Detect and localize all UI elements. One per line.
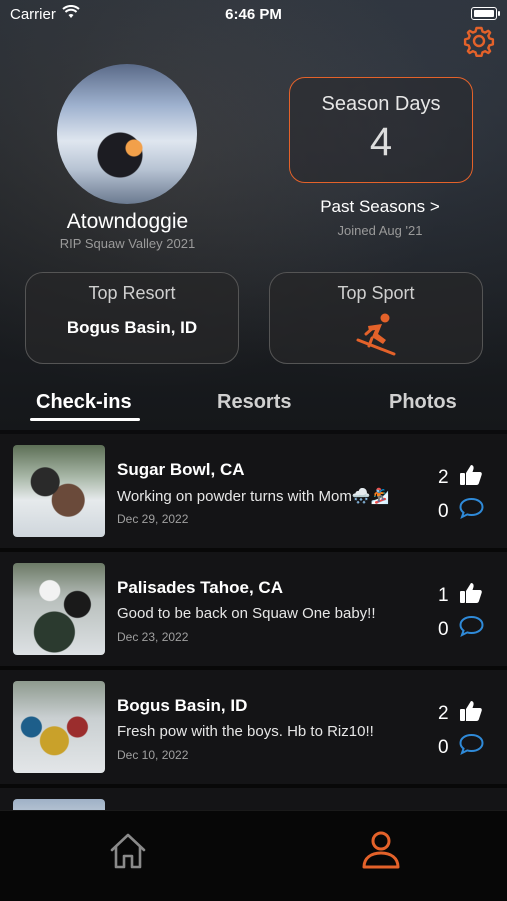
top-resort-label: Top Resort — [88, 283, 176, 303]
checkin-row[interactable]: Sugar Bowl, CA Working on powder turns w… — [0, 434, 507, 552]
checkin-date: Dec 10, 2022 — [117, 748, 189, 762]
comment-icon[interactable] — [459, 615, 484, 637]
top-resort-value: Bogus Basin, ID — [66, 318, 198, 337]
checkin-photo — [13, 445, 105, 537]
gear-icon[interactable] — [462, 24, 496, 58]
checkin-resort: Bogus Basin, ID — [117, 696, 248, 715]
tab-photos[interactable]: Photos — [389, 391, 457, 414]
like-count: 2 — [438, 467, 449, 488]
checkin-photo — [13, 681, 105, 773]
thumbs-up-icon[interactable] — [459, 463, 483, 487]
checkin-text: Good to be back on Squaw One baby!! — [117, 605, 376, 622]
tab-bar — [0, 810, 507, 901]
top-resort-card[interactable]: Top Resort Bogus Basin, ID — [25, 272, 239, 364]
battery-icon — [471, 7, 500, 20]
top-sport-label: Top Sport — [337, 283, 415, 303]
comment-icon[interactable] — [459, 497, 484, 519]
checkin-resort: Sugar Bowl, CA — [117, 460, 245, 479]
home-icon[interactable] — [108, 831, 148, 871]
checkin-row[interactable]: Palisades Tahoe, CA Good to be back on S… — [0, 552, 507, 670]
like-count: 2 — [438, 703, 449, 724]
comment-count: 0 — [438, 501, 449, 522]
tab-check-ins[interactable]: Check-ins — [36, 391, 132, 414]
comment-count: 0 — [438, 737, 449, 758]
comment-count: 0 — [438, 619, 449, 640]
tab-resorts[interactable]: Resorts — [217, 391, 291, 414]
thumbs-up-icon[interactable] — [459, 699, 483, 723]
past-seasons-link[interactable]: Past Seasons > — [289, 197, 471, 217]
avatar[interactable] — [57, 64, 197, 204]
skier-icon — [356, 313, 396, 356]
comment-icon[interactable] — [459, 733, 484, 755]
season-days-value: 4 — [369, 120, 393, 164]
username: Atowndoggie — [66, 210, 189, 233]
joined-date: Joined Aug '21 — [337, 223, 423, 238]
status-bar: Carrier 6:46 PM — [0, 0, 507, 30]
clock: 6:46 PM — [225, 6, 282, 23]
checkin-text: Working on powder turns with Mom🌨️🏂 — [117, 488, 390, 505]
profile-subtitle: RIP Squaw Valley 2021 — [59, 236, 196, 251]
thumbs-up-icon[interactable] — [459, 581, 483, 605]
checkin-resort: Palisades Tahoe, CA — [117, 578, 283, 597]
active-tab-indicator — [30, 418, 140, 421]
checkin-date: Dec 29, 2022 — [117, 512, 189, 526]
like-count: 1 — [438, 585, 449, 606]
profile-tabs: Check-ins Resorts Photos — [0, 388, 507, 428]
profile-icon[interactable] — [360, 829, 402, 871]
checkin-row[interactable]: Bogus Basin, ID Fresh pow with the boys.… — [0, 670, 507, 788]
checkin-photo — [13, 563, 105, 655]
top-sport-card[interactable]: Top Sport — [269, 272, 483, 364]
season-days-label: Season Days — [321, 93, 441, 115]
season-days-card: Season Days 4 — [289, 77, 473, 183]
checkin-date: Dec 23, 2022 — [117, 630, 189, 644]
checkin-text: Fresh pow with the boys. Hb to Riz10!! — [117, 723, 374, 740]
